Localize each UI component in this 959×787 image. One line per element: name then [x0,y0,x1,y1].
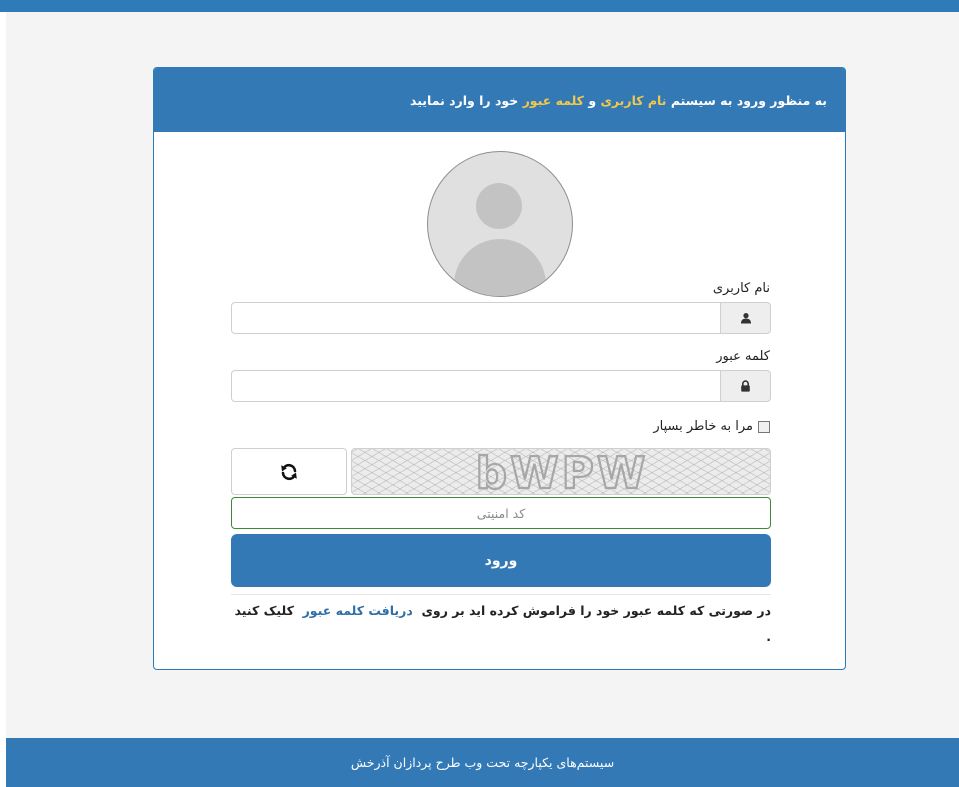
login-panel: به منظور ورود به سیستم نام کاربری و کلمه… [153,67,846,670]
captcha-refresh-button[interactable] [231,448,347,495]
forgot-password-text: در صورتی که کلمه عبور خود را فراموش کرده… [231,598,771,650]
avatar-body [454,239,546,296]
password-input[interactable] [231,370,720,402]
forgot-password-link[interactable]: دریافت کلمه عبور [303,603,413,618]
header-and: و [588,92,597,108]
refresh-icon [281,463,297,480]
login-page: به منظور ورود به سیستم نام کاربری و کلمه… [0,0,959,787]
header-part1: به منظور ورود به سیستم [670,92,827,108]
security-code-input[interactable] [231,497,771,529]
header-password-highlight: کلمه عبور [522,92,584,108]
username-input[interactable] [231,302,720,334]
footer: سیستم‌های یکپارچه تحت وب طرح پردازان آذر… [6,738,959,787]
footer-text: سیستم‌های یکپارچه تحت وب طرح پردازان آذر… [350,755,615,770]
panel-header: به منظور ورود به سیستم نام کاربری و کلمه… [154,68,845,132]
avatar [427,151,573,297]
username-label: نام کاربری [712,281,770,296]
avatar-head [476,183,522,229]
top-strip [0,0,959,12]
remember-checkbox[interactable] [758,420,770,433]
captcha-image: bWPW [351,448,771,495]
divider [231,594,771,595]
lock-icon [720,370,771,402]
remember-me[interactable]: مرا به خاطر بسپار [653,419,770,434]
header-part2: خود را وارد نمایید [409,92,519,108]
username-group [231,302,771,334]
header-username-highlight: نام کاربری [600,92,667,108]
password-label: کلمه عبور [716,349,770,364]
user-icon [720,302,771,334]
password-group [231,370,771,402]
forgot-before: در صورتی که کلمه عبور خود را فراموش کرده… [421,603,771,618]
captcha-text: bWPW [476,449,649,495]
remember-label: مرا به خاطر بسپار [653,419,753,434]
login-button[interactable]: ورود [231,534,771,587]
header-text: به منظور ورود به سیستم نام کاربری و کلمه… [410,93,827,108]
